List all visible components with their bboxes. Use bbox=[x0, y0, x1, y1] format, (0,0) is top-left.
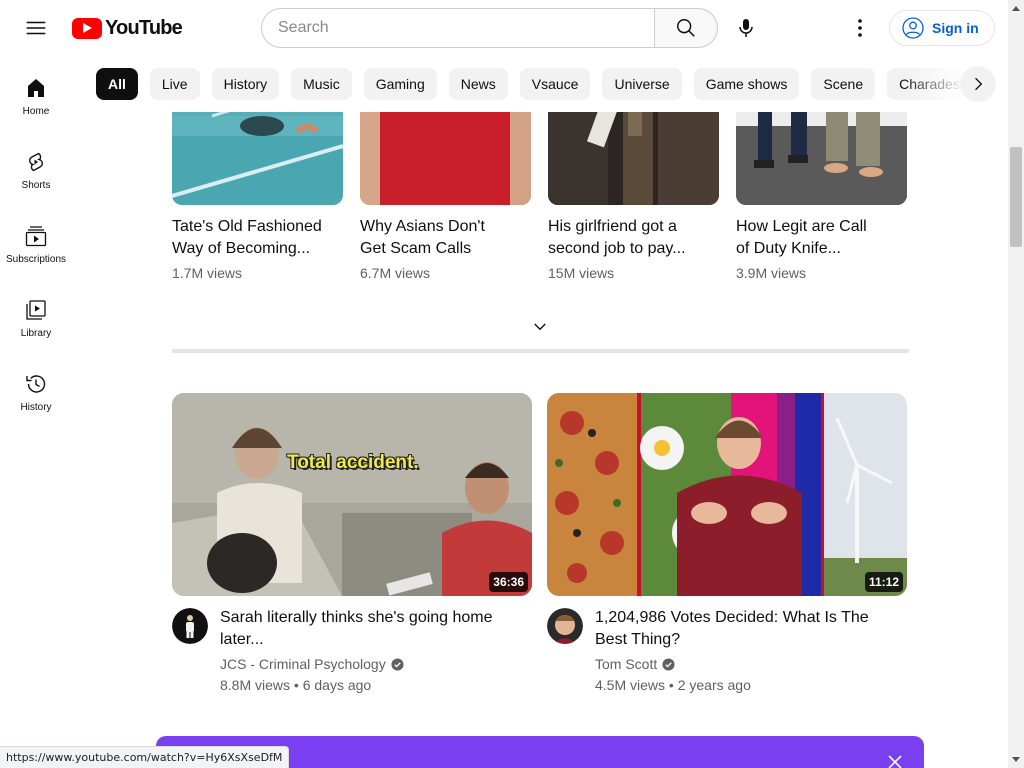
filter-chip[interactable]: News bbox=[448, 68, 508, 100]
filter-chip[interactable]: Music bbox=[291, 68, 352, 100]
short-title[interactable]: How Legit are Call of Duty Knife... bbox=[736, 216, 907, 260]
library-icon bbox=[26, 300, 46, 320]
chip-row: All Live History Music Gaming News Vsauce Unive… bbox=[96, 68, 972, 100]
chip-bar: All Live History Music Gaming News Vsauce Unive… bbox=[96, 56, 1008, 112]
channel-name-link[interactable]: JCS - Criminal Psychology bbox=[220, 656, 404, 672]
search-icon bbox=[677, 19, 695, 37]
sidebar-item-label: Library bbox=[20, 328, 52, 339]
video-thumbnail[interactable]: 11:12 bbox=[547, 393, 907, 596]
short-views: 1.7M views bbox=[172, 265, 243, 281]
video-duration: 11:12 bbox=[864, 572, 903, 592]
banner-close-button[interactable] bbox=[884, 751, 906, 768]
sidebar-item-label: Shorts bbox=[21, 180, 51, 191]
sidebar-item-label: Subscriptions bbox=[5, 254, 67, 265]
scrollbar-thumb[interactable] bbox=[1010, 147, 1022, 247]
verified-badge-icon bbox=[391, 657, 404, 671]
search-input[interactable] bbox=[261, 8, 654, 48]
search-button[interactable] bbox=[654, 8, 718, 48]
sidebar-item-label: History bbox=[20, 402, 52, 413]
video-title[interactable]: 1,204,986 Votes Decided: What Is The Bes… bbox=[595, 607, 895, 651]
sidebar-item-history[interactable]: History bbox=[0, 352, 72, 426]
page-scrollbar[interactable] bbox=[1008, 0, 1024, 768]
settings-more-button[interactable] bbox=[840, 8, 880, 48]
sign-in-label: Sign in bbox=[932, 20, 979, 36]
filter-chip[interactable]: Vsauce bbox=[519, 68, 591, 100]
sign-in-button[interactable]: Sign in bbox=[889, 10, 995, 46]
short-views: 15M views bbox=[548, 265, 615, 281]
short-title[interactable]: His girlfriend got a second job to pay... bbox=[548, 216, 719, 260]
history-icon bbox=[26, 375, 46, 393]
channel-avatar[interactable] bbox=[172, 608, 208, 644]
section-divider bbox=[172, 349, 909, 353]
show-more-shorts-button[interactable] bbox=[524, 311, 556, 343]
more-vertical-icon bbox=[858, 19, 862, 37]
masthead: YouTube Sign in bbox=[0, 0, 1008, 56]
sidebar-item-library[interactable]: Library bbox=[0, 278, 72, 352]
subscriptions-icon bbox=[25, 226, 47, 247]
filter-chip[interactable]: Scene bbox=[811, 68, 876, 100]
sidebar-item-subscriptions[interactable]: Subscriptions bbox=[0, 204, 72, 278]
video-title[interactable]: Sarah literally thinks she's going home … bbox=[220, 607, 520, 651]
filter-chip[interactable]: Live bbox=[149, 68, 200, 100]
close-icon bbox=[888, 755, 902, 768]
verified-badge-icon bbox=[662, 657, 675, 671]
sidebar-item-shorts[interactable]: Shorts bbox=[0, 130, 72, 204]
filter-chip[interactable]: History bbox=[211, 68, 280, 100]
shorts-icon bbox=[29, 152, 43, 172]
logo-text: YouTube bbox=[105, 16, 183, 39]
microphone-icon bbox=[739, 19, 753, 37]
sidebar-item-home[interactable]: Home bbox=[0, 56, 72, 130]
channel-avatar[interactable] bbox=[547, 608, 583, 644]
video-duration: 36:36 bbox=[489, 572, 528, 592]
guide-menu-button[interactable] bbox=[16, 8, 56, 48]
video-thumbnail[interactable]: Total accident. 36:36 bbox=[172, 393, 532, 596]
short-title[interactable]: Tate's Old Fashioned Way of Becoming... bbox=[172, 216, 343, 260]
channel-name: Tom Scott bbox=[595, 656, 658, 672]
hamburger-menu-icon bbox=[26, 21, 46, 35]
link-status-url: https://www.youtube.com/watch?v=Hy6XsXse… bbox=[0, 746, 290, 768]
voice-search-button[interactable] bbox=[726, 8, 766, 48]
youtube-play-logo-icon bbox=[72, 17, 102, 39]
search-box bbox=[261, 8, 718, 48]
mini-guide: Home Shorts Subscriptions Library Histor… bbox=[0, 56, 72, 426]
home-icon bbox=[28, 79, 44, 97]
sidebar-item-label: Home bbox=[22, 106, 50, 117]
short-views: 6.7M views bbox=[360, 265, 431, 281]
short-title[interactable]: Why Asians Don't Get Scam Calls bbox=[360, 216, 531, 260]
filter-chip[interactable]: Gaming bbox=[363, 68, 437, 100]
filter-chip[interactable]: Universe bbox=[602, 68, 682, 100]
filter-chip[interactable]: Game shows bbox=[693, 68, 800, 100]
video-meta: 4.5M views • 2 years ago bbox=[595, 677, 751, 693]
short-views: 3.9M views bbox=[736, 265, 807, 281]
channel-name: JCS - Criminal Psychology bbox=[220, 656, 386, 672]
thumbnail-caption: Total accident. bbox=[287, 452, 419, 473]
filter-chip[interactable]: All bbox=[96, 68, 138, 100]
chip-next-button[interactable] bbox=[960, 66, 996, 102]
scroll-down-arrow-icon[interactable] bbox=[1008, 752, 1024, 768]
youtube-logo[interactable]: YouTube bbox=[72, 16, 183, 40]
channel-name-link[interactable]: Tom Scott bbox=[595, 656, 675, 672]
chevron-down-icon bbox=[534, 323, 546, 331]
video-meta: 8.8M views • 6 days ago bbox=[220, 677, 372, 693]
scroll-up-arrow-icon[interactable] bbox=[1008, 0, 1024, 16]
account-circle-icon bbox=[902, 17, 924, 39]
chevron-right-icon bbox=[975, 77, 983, 91]
